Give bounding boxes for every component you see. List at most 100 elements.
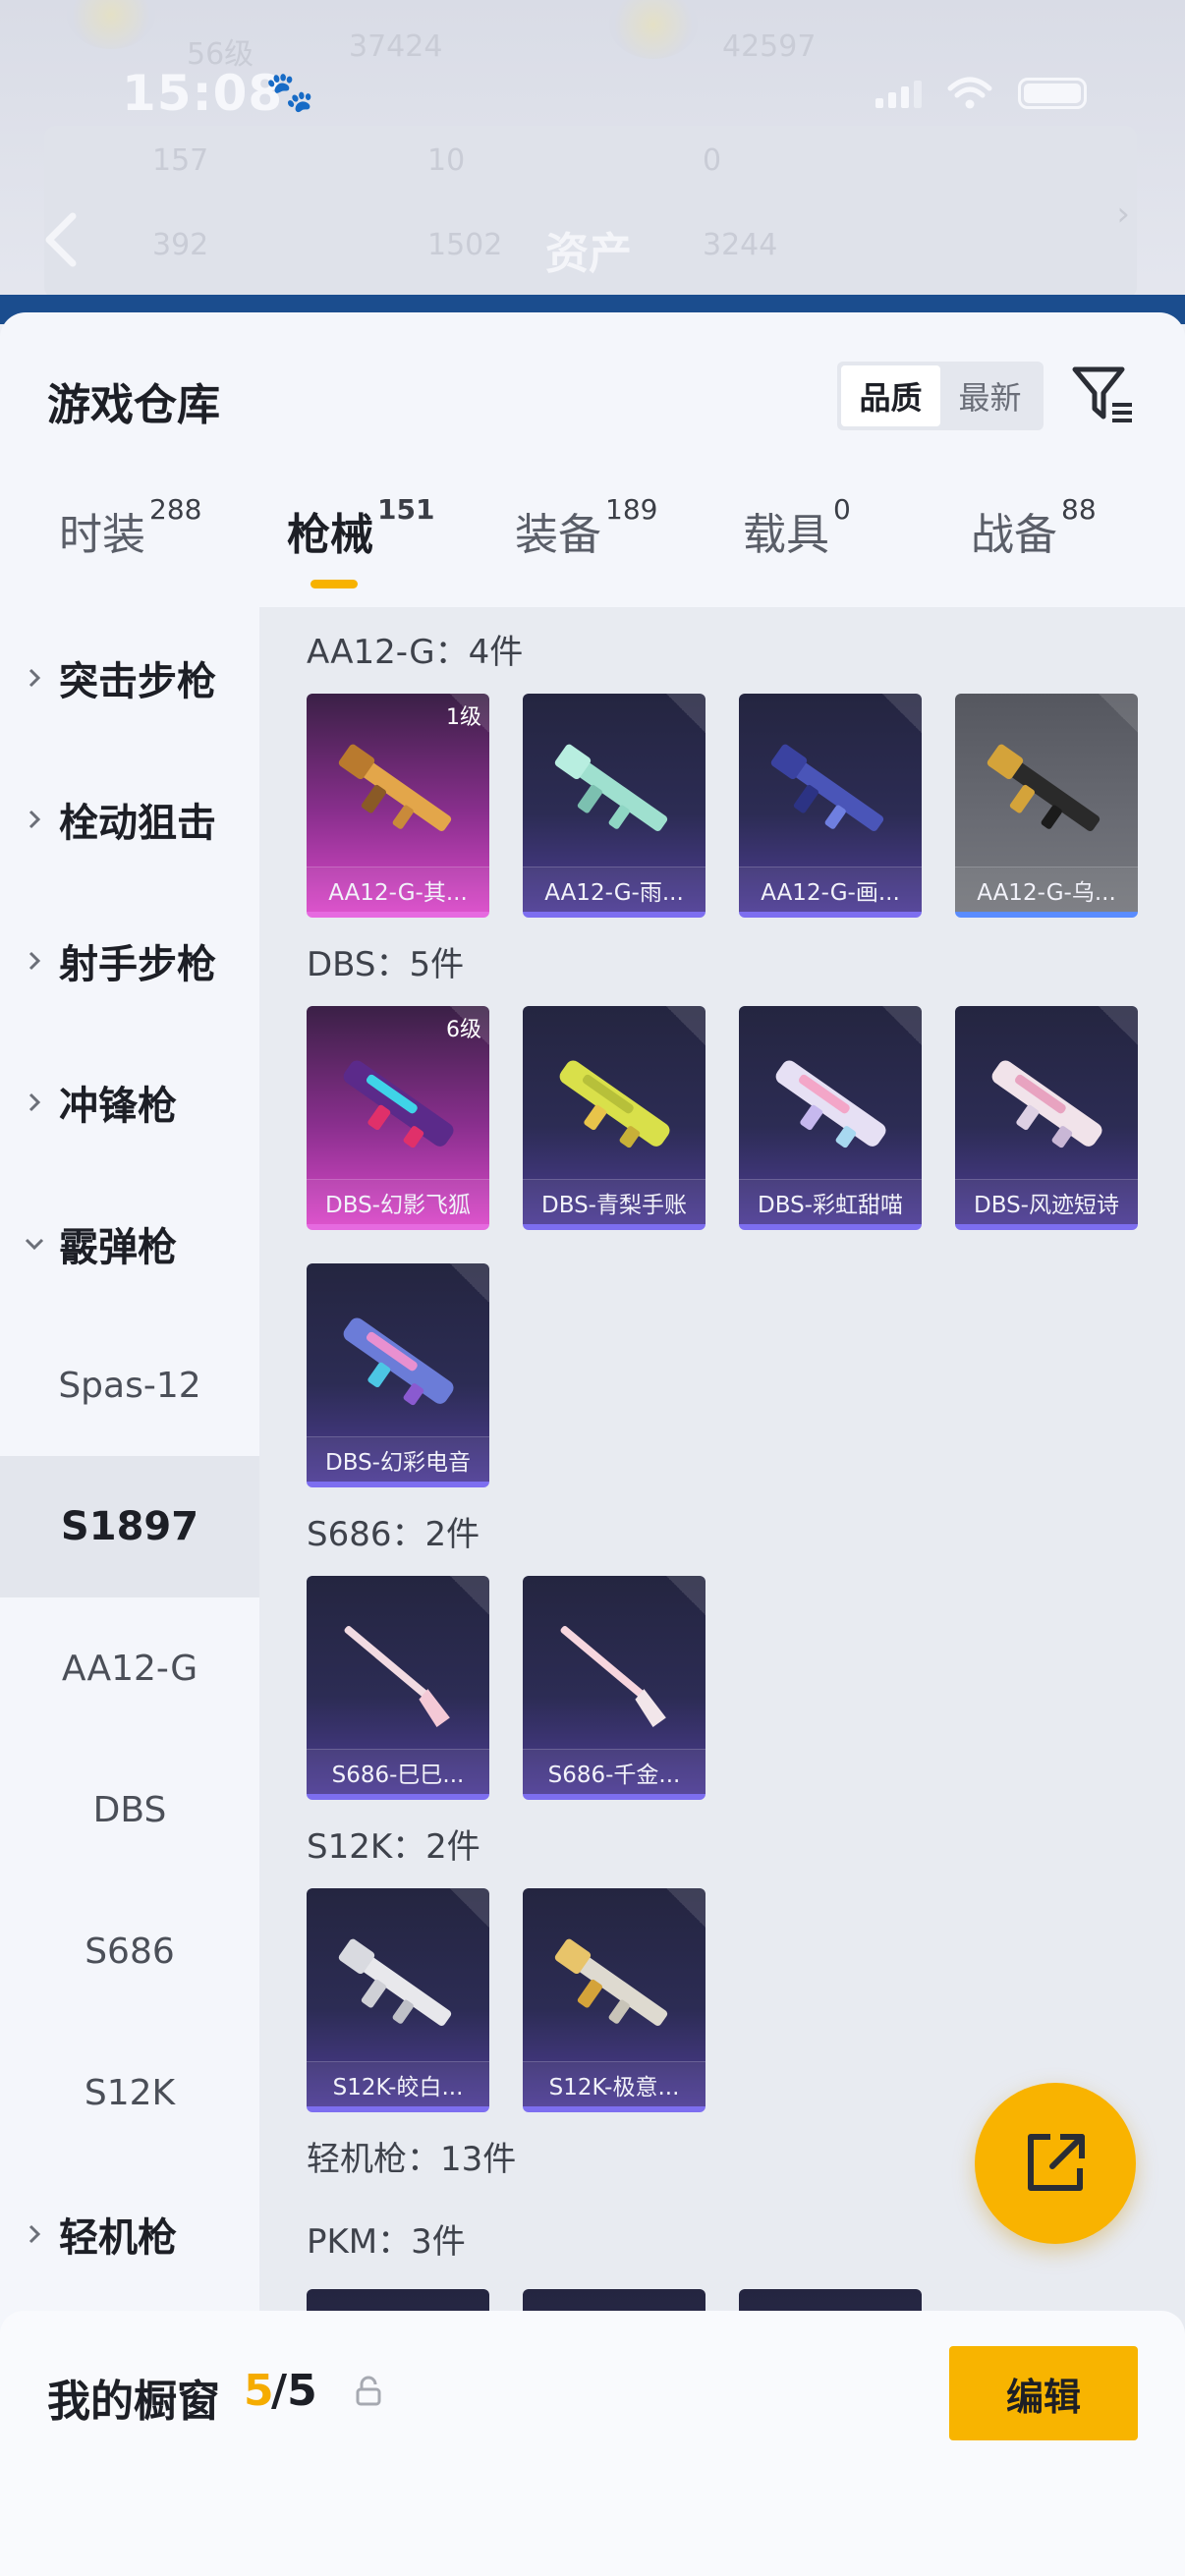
tab-firearms[interactable]: 枪械151	[287, 493, 434, 562]
category-smg[interactable]: 冲锋枪	[0, 1032, 259, 1173]
wifi-icon	[947, 77, 992, 109]
subcategory-aa12g[interactable]: AA12-G	[0, 1597, 259, 1739]
weapon-card[interactable]: S12K-极意...	[523, 1888, 705, 2112]
category-label: 轻机枪	[59, 2215, 177, 2261]
edit-button[interactable]: 编辑	[949, 2346, 1138, 2440]
group-header-s12k: S12K：2件	[307, 1827, 480, 1867]
chevron-right-icon	[28, 1092, 41, 1112]
weapon-name: DBS-幻影飞狐	[307, 1179, 489, 1224]
weapon-card[interactable]: DBS-彩虹甜喵	[739, 1006, 922, 1230]
card-corner	[666, 1006, 705, 1045]
chevron-right-icon[interactable]: ›	[1116, 195, 1130, 234]
category-tabs: 时装288 枪械151 装备189 载具0 战备88	[0, 493, 1185, 597]
card-corner	[1099, 694, 1138, 733]
subcategory-dbs[interactable]: DBS	[0, 1739, 259, 1880]
tab-label: 战备	[971, 510, 1057, 560]
category-marksman-rifle[interactable]: 射手步枪	[0, 890, 259, 1032]
weapon-card[interactable]: 6级 DBS-幻影飞狐	[307, 1006, 489, 1230]
filter-list-icon[interactable]	[1069, 360, 1138, 428]
weapon-card[interactable]: DBS-风迹短诗	[955, 1006, 1138, 1230]
weapon-name: AA12-G-乌...	[955, 867, 1138, 912]
card-corner	[666, 694, 705, 733]
double-barrel-shotgun-icon	[560, 1625, 666, 1728]
tab-count: 288	[149, 493, 202, 526]
weapon-card[interactable]: DBS-青梨手账	[523, 1006, 705, 1230]
weapon-card[interactable]: AA12-G-雨...	[523, 694, 705, 918]
category-shotgun[interactable]: 霰弹枪	[0, 1173, 259, 1315]
lock-icon	[356, 2376, 381, 2406]
signal-icon	[875, 79, 922, 108]
sort-newest-button[interactable]: 最新	[940, 365, 1040, 426]
weapon-card[interactable]: AA12-G-乌...	[955, 694, 1138, 918]
weapon-name: S12K-皎白...	[307, 2061, 489, 2106]
shotgun-icon	[343, 1060, 454, 1148]
card-corner	[882, 694, 922, 733]
category-bolt-sniper[interactable]: 栓动狙击	[0, 749, 259, 890]
group-header-aa12g: AA12-G：4件	[307, 633, 524, 672]
tab-count: 151	[377, 493, 435, 526]
category-label: 射手步枪	[59, 942, 216, 987]
weapon-grid: AA12-G：4件 1级 AA12-G-其... AA12-G-雨... AA1…	[259, 607, 1185, 2576]
sort-quality-button[interactable]: 品质	[841, 365, 940, 426]
double-barrel-shotgun-icon	[344, 1625, 450, 1728]
weapon-name: DBS-幻彩电音	[307, 1436, 489, 1482]
tab-label: 装备	[515, 510, 601, 560]
score-b: 42597	[722, 29, 817, 64]
chevron-right-icon	[28, 951, 41, 971]
back-icon[interactable]	[41, 210, 81, 269]
shotgun-icon	[343, 1317, 454, 1406]
rank-emblem-icon	[67, 0, 155, 49]
card-corner	[666, 1888, 705, 1928]
weapon-card[interactable]: S686-千金...	[523, 1576, 705, 1800]
tab-equipment[interactable]: 装备189	[515, 493, 657, 562]
stat-3: 0	[703, 143, 722, 178]
weapon-name: DBS-青梨手账	[523, 1179, 705, 1224]
stat-5: 1502	[427, 228, 503, 262]
weapon-card[interactable]: S12K-皎白...	[307, 1888, 489, 2112]
subcategory-s12k[interactable]: S12K	[0, 2022, 259, 2163]
share-export-icon	[1028, 2134, 1085, 2191]
weapon-name: DBS-风迹短诗	[955, 1179, 1138, 1224]
group-header-dbs: DBS：5件	[307, 945, 465, 984]
chevron-right-icon	[28, 2224, 41, 2244]
subcategory-s1897[interactable]: S1897	[0, 1456, 259, 1597]
flame-emblem-icon	[609, 0, 698, 59]
shotgun-icon	[770, 744, 884, 831]
subcategory-s686[interactable]: S686	[0, 1880, 259, 2022]
shotgun-icon	[987, 744, 1100, 831]
card-corner	[450, 1888, 489, 1928]
chevron-right-icon	[28, 668, 41, 688]
shotgun-icon	[991, 1060, 1102, 1148]
card-corner	[450, 1263, 489, 1303]
tab-supplies[interactable]: 战备88	[971, 493, 1097, 562]
share-button[interactable]	[975, 2083, 1136, 2244]
category-assault-rifle[interactable]: 突击步枪	[0, 607, 259, 749]
weapon-category-list: 突击步枪 栓动狙击 射手步枪 冲锋枪 霰弹枪 Spas-12 S1897 AA1…	[0, 607, 259, 2576]
card-corner	[882, 1006, 922, 1045]
sheet-title: 游戏仓库	[47, 380, 220, 430]
chevron-right-icon	[28, 810, 41, 829]
card-corner	[666, 1576, 705, 1615]
header-title: 资产	[545, 229, 632, 279]
group-header-pkm: PKM：3件	[307, 2222, 466, 2262]
weapon-card[interactable]: S686-巳巳...	[307, 1576, 489, 1800]
weapon-card[interactable]: AA12-G-画...	[739, 694, 922, 918]
group-header-s686: S686：2件	[307, 1515, 480, 1554]
tab-vehicles[interactable]: 载具0	[743, 493, 851, 562]
shotgun-icon	[338, 1938, 452, 2026]
weapon-card[interactable]: DBS-幻彩电音	[307, 1263, 489, 1487]
category-lmg[interactable]: 轻机枪	[0, 2163, 259, 2305]
paw-icon: 🐾	[265, 70, 314, 115]
shotgun-icon	[554, 1938, 668, 2026]
stat-4: 392	[152, 228, 209, 262]
weapon-card[interactable]: 1级 AA12-G-其...	[307, 694, 489, 918]
category-label: 霰弹枪	[59, 1225, 177, 1270]
shotgun-icon	[338, 744, 452, 831]
status-icons	[875, 77, 1087, 110]
category-label: 冲锋枪	[59, 1084, 177, 1129]
subcategory-spas12[interactable]: Spas-12	[0, 1315, 259, 1456]
background-header: 56级 37424 42597 157 10 0 392 1502 3244 资…	[0, 0, 1185, 314]
tab-label: 时装	[59, 510, 145, 560]
weapon-name: AA12-G-雨...	[523, 867, 705, 912]
tab-fashion[interactable]: 时装288	[59, 493, 201, 562]
